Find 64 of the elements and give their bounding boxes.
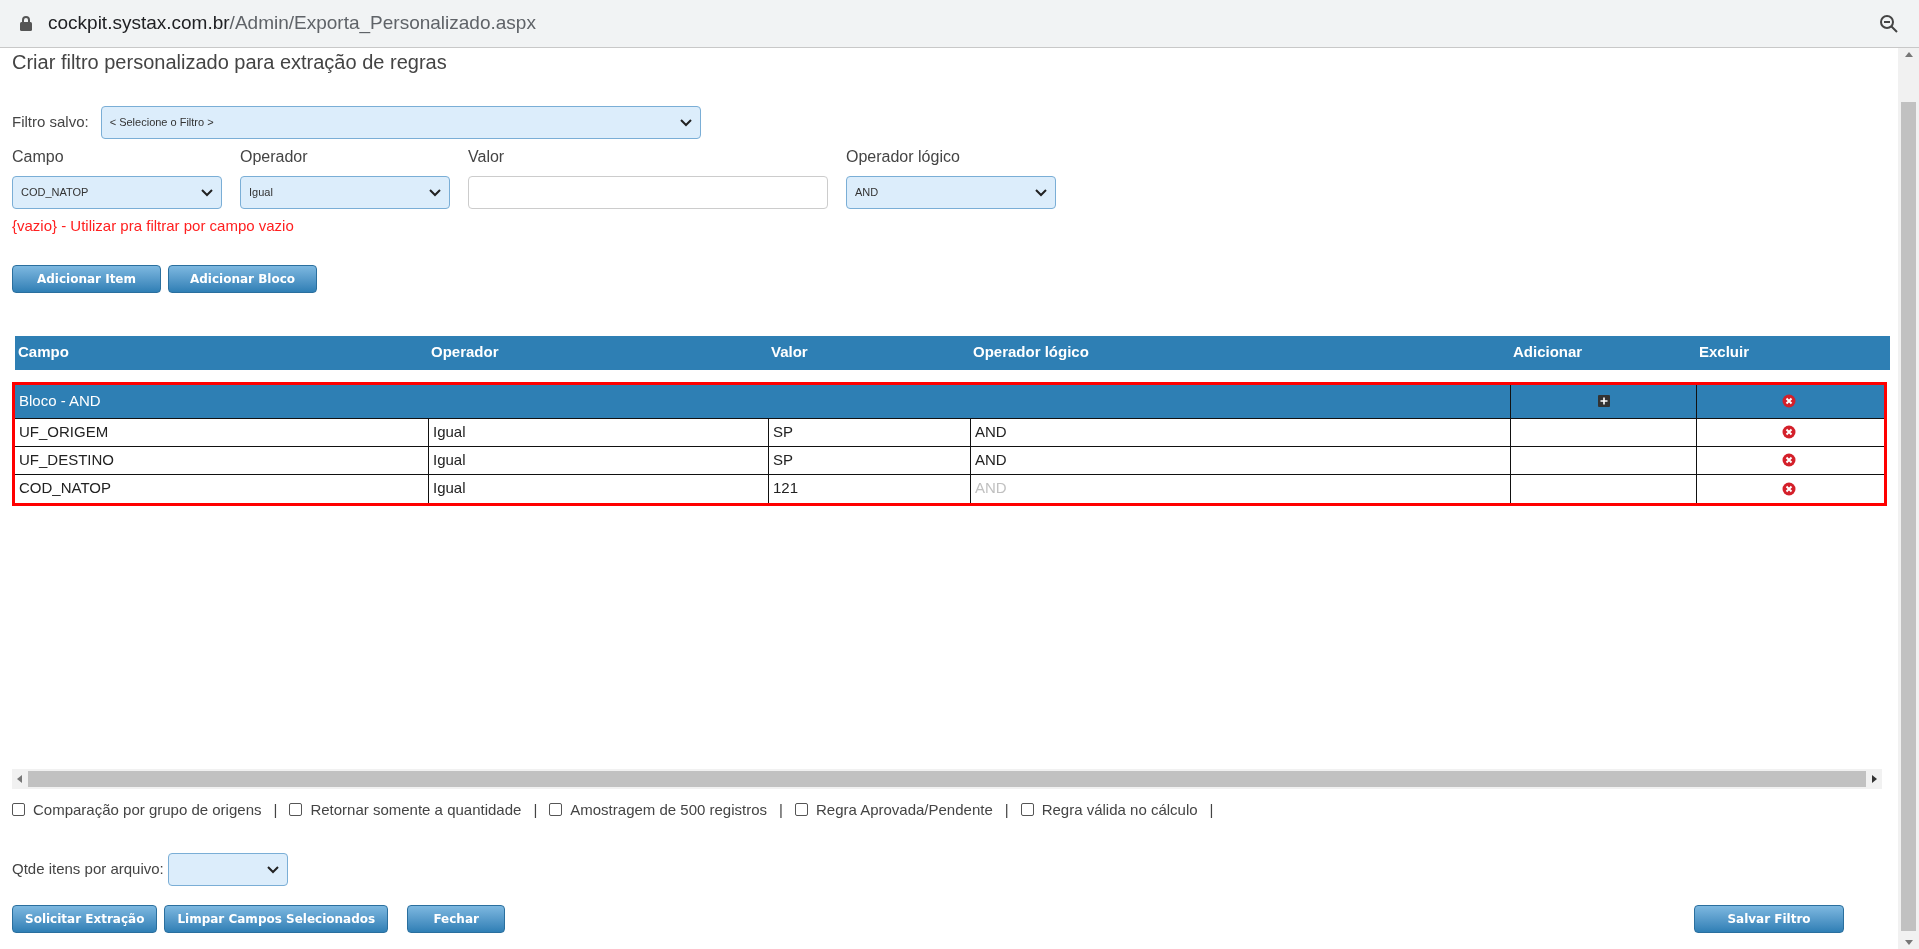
separator-text: |	[1209, 799, 1214, 820]
delete-icon[interactable]	[1782, 481, 1796, 496]
column-header: Excluir	[1698, 342, 1751, 363]
checkbox[interactable]	[12, 803, 25, 817]
table-cell-text: COD_NATOP	[18, 478, 112, 499]
field-label: Filtro salvo:	[12, 112, 89, 133]
column-header: Campo	[17, 342, 70, 363]
separator-text: |	[779, 799, 783, 820]
page-title: Criar filtro personalizado para extração de regras	[12, 52, 448, 72]
field-label: Operador lógico	[846, 147, 961, 167]
url-text[interactable]: cockpit.systax.com.br/Admin/Exporta_Personalizado.aspx	[48, 9, 1863, 38]
checkbox[interactable]	[1020, 803, 1034, 817]
column-header: Operador lógico	[972, 342, 1090, 363]
chevron-down-icon	[429, 188, 441, 197]
table-cell: AND	[970, 418, 1510, 446]
checkbox[interactable]	[794, 803, 808, 817]
horizontal-scrollbar[interactable]	[12, 768, 1882, 789]
lock-icon	[20, 16, 32, 31]
separator-text: |	[273, 799, 278, 820]
input-field[interactable]	[468, 176, 828, 209]
table-cell-text: UF_DESTINO	[18, 449, 115, 470]
scrollbar-thumb[interactable]	[28, 770, 1866, 787]
table-cell-text: UF_ORIGEM	[18, 421, 110, 442]
chevron-down-icon	[1035, 188, 1047, 197]
delete-icon[interactable]	[1782, 394, 1796, 408]
vertical-scrollbar[interactable]	[1898, 48, 1919, 949]
dropdown-field[interactable]: COD_NATOP	[12, 176, 222, 209]
table-cell: Igual	[428, 446, 768, 474]
plus-icon[interactable]	[1597, 395, 1610, 407]
field-label: Qtde itens por arquivo:	[12, 859, 164, 880]
hint-text: {vazio} - Utilizar pra filtrar por campo vazio	[12, 216, 295, 236]
table-cell: SP	[768, 446, 970, 474]
dropdown-field[interactable]: Igual	[240, 176, 450, 209]
table-cell: Igual	[428, 418, 768, 446]
field-label: Operador	[240, 147, 309, 167]
checkbox-label[interactable]: Regra válida no cálculo	[1041, 798, 1198, 821]
checkbox[interactable]	[549, 803, 563, 817]
checkbox-label[interactable]: Amostragem de 500 registros	[570, 798, 768, 821]
scrollbar-thumb[interactable]	[1901, 102, 1916, 931]
column-header: Operador	[430, 342, 500, 363]
column-header: Valor	[770, 342, 809, 363]
chevron-down-icon	[201, 188, 213, 197]
checkbox-label[interactable]: Regra Aprovada/Pendente	[815, 798, 993, 821]
delete-icon[interactable]	[1782, 453, 1796, 467]
dropdown-field[interactable]: AND	[846, 176, 1056, 209]
checkbox-label[interactable]: Retornar somente a quantidade	[310, 798, 522, 821]
zoom-icon[interactable]	[1879, 13, 1899, 34]
checkbox-label[interactable]: Comparação por grupo de origens	[33, 798, 262, 821]
block-label: Bloco - AND	[18, 390, 102, 411]
table-cell: 121	[768, 474, 970, 503]
field-label: Valor	[468, 147, 506, 167]
table-cell: SP	[768, 418, 970, 446]
separator-text: |	[1004, 799, 1009, 820]
chevron-down-icon	[266, 865, 279, 874]
field-label: Campo	[12, 147, 65, 167]
checkbox[interactable]	[289, 803, 303, 817]
table-cell: Igual	[428, 474, 768, 503]
saved-filter-select[interactable]: < Selecione o Filtro >	[100, 106, 701, 139]
table-cell: AND	[970, 446, 1510, 474]
chevron-down-icon	[679, 118, 692, 127]
table-cell: AND	[970, 474, 1510, 503]
delete-icon[interactable]	[1782, 425, 1796, 439]
separator-text: |	[533, 799, 538, 820]
column-header: Adicionar	[1512, 342, 1584, 363]
